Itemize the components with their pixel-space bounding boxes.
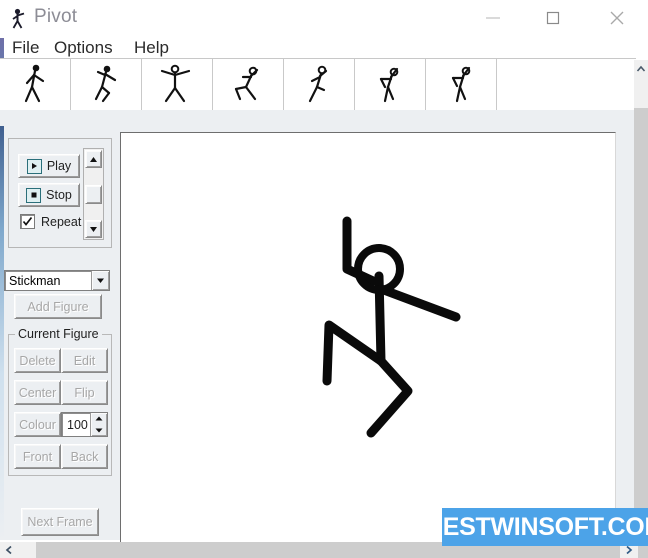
speed-scrollbar-thumb[interactable] <box>85 185 102 204</box>
frame-strip-filler <box>0 110 636 126</box>
watermark-banner: BESTWINSOFT.COM <box>425 508 648 546</box>
close-icon[interactable] <box>594 0 640 36</box>
window-vertical-scrollbar[interactable] <box>634 60 648 542</box>
pivot-animator-window: Pivot File Options Help Play Stop Repeat… <box>0 0 648 558</box>
colour-button[interactable]: Colour <box>14 412 61 437</box>
colour-value-stepper[interactable]: 100 <box>61 412 108 437</box>
stop-icon <box>26 187 42 203</box>
back-button[interactable]: Back <box>61 444 108 469</box>
minimize-icon[interactable] <box>470 0 516 36</box>
next-frame-button-label: Next Frame <box>27 515 93 529</box>
edit-button-label: Edit <box>73 353 96 368</box>
back-button-label: Back <box>70 449 99 464</box>
stepper-arrows[interactable] <box>90 413 107 436</box>
menu-item-options[interactable]: Options <box>50 37 117 59</box>
chevron-up-icon[interactable] <box>634 60 648 78</box>
flip-button-label: Flip <box>74 385 95 400</box>
window-title: Pivot <box>34 6 78 27</box>
edit-button[interactable]: Edit <box>61 348 108 373</box>
stepper-down-icon[interactable] <box>91 425 107 437</box>
figure-select-value: Stickman <box>9 273 61 288</box>
play-button-label: Play <box>46 159 72 173</box>
tool-panel: Play Stop Repeat Stickman Add Figure Cur… <box>4 126 116 540</box>
repeat-checkbox[interactable]: Repeat <box>20 214 81 229</box>
frame-thumbnail-2[interactable] <box>71 59 142 110</box>
add-figure-button-label: Add Figure <box>27 299 89 314</box>
stepper-up-icon[interactable] <box>91 413 107 425</box>
vertical-scroll-track-top[interactable] <box>634 78 648 108</box>
flip-button[interactable]: Flip <box>61 380 108 405</box>
chevron-left-icon[interactable] <box>0 542 18 558</box>
front-button[interactable]: Front <box>14 444 61 469</box>
add-figure-button[interactable]: Add Figure <box>14 294 102 319</box>
chevron-down-icon[interactable] <box>91 271 109 290</box>
frame-thumbnail-1[interactable] <box>0 59 71 110</box>
stick-figure <box>322 216 461 438</box>
delete-button[interactable]: Delete <box>14 348 61 373</box>
center-button-label: Center <box>18 385 57 400</box>
frame-thumbnail-5[interactable] <box>284 59 355 110</box>
animation-canvas[interactable] <box>120 132 616 554</box>
frame-strip[interactable] <box>0 58 636 112</box>
delete-button-label: Delete <box>19 353 56 368</box>
frame-thumbnail-4[interactable] <box>213 59 284 110</box>
stop-button[interactable]: Stop <box>18 183 80 207</box>
checkmark-icon <box>20 214 35 229</box>
play-button[interactable]: Play <box>18 154 80 178</box>
scroll-down-arrow-icon[interactable] <box>85 220 102 238</box>
menu-item-help[interactable]: Help <box>130 37 173 59</box>
repeat-checkbox-label: Repeat <box>41 214 82 229</box>
horizontal-scroll-thumb[interactable] <box>18 542 36 558</box>
speed-scrollbar[interactable] <box>83 148 104 240</box>
menu-item-file[interactable]: File <box>8 37 43 59</box>
maximize-icon[interactable] <box>530 0 576 36</box>
colour-button-label: Colour <box>19 417 56 432</box>
current-figure-group-label: Current Figure <box>15 327 102 341</box>
next-frame-button[interactable]: Next Frame <box>21 508 99 536</box>
colour-value: 100 <box>67 417 88 432</box>
figure-select-dropdown[interactable]: Stickman <box>4 270 110 291</box>
stop-button-label: Stop <box>46 188 72 202</box>
title-bar: Pivot <box>0 0 648 38</box>
frame-thumbnail-7[interactable] <box>426 59 497 110</box>
play-icon <box>26 158 42 174</box>
frame-thumbnail-6[interactable] <box>355 59 426 110</box>
vertical-scroll-thumb[interactable] <box>634 108 648 524</box>
watermark-text: BESTWINSOFT.COM <box>425 512 648 541</box>
front-button-label: Front <box>22 449 53 464</box>
scroll-up-arrow-icon[interactable] <box>85 150 102 168</box>
center-button[interactable]: Center <box>14 380 61 405</box>
frame-thumbnail-3[interactable] <box>142 59 213 110</box>
stickman-icon <box>10 8 28 30</box>
